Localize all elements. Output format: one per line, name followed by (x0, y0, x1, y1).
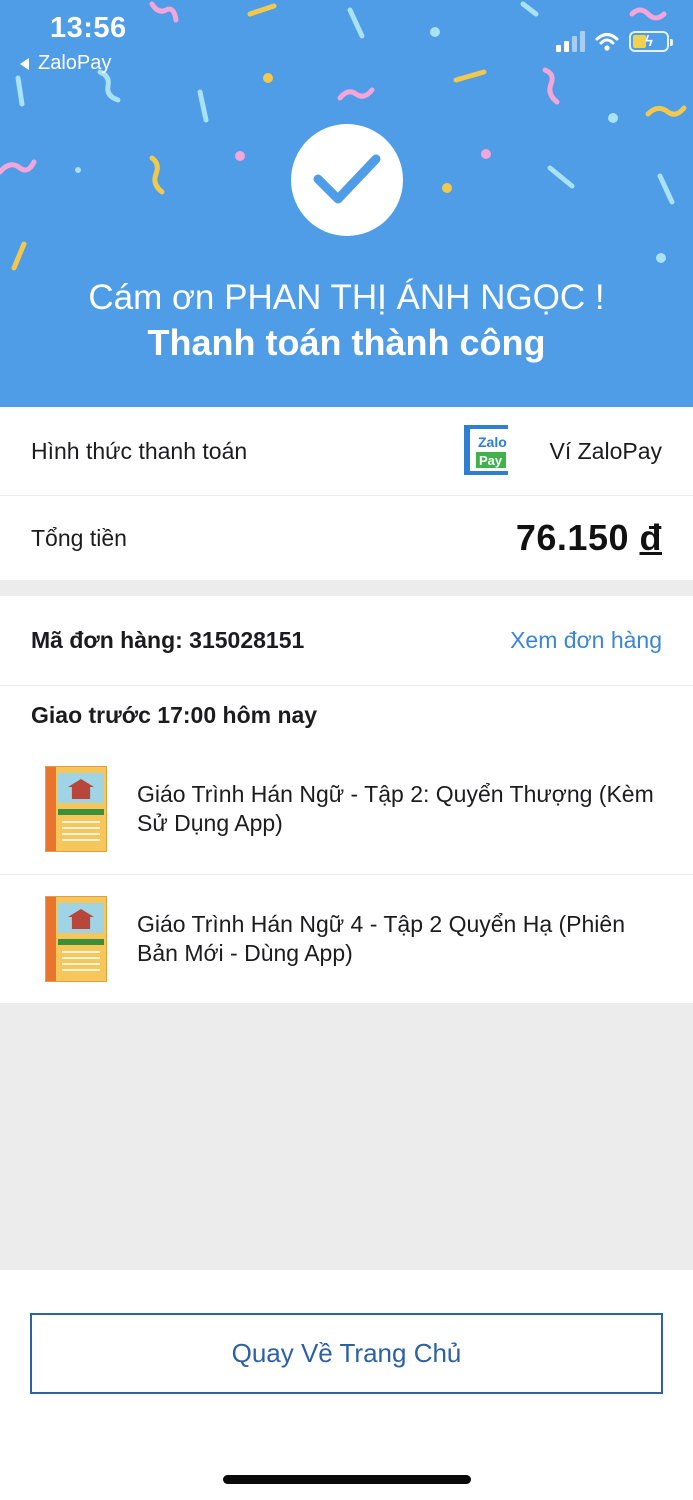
order-code-row: Mã đơn hàng: 315028151 Xem đơn hàng (0, 596, 693, 685)
status-time: 13:56 (50, 12, 127, 44)
back-arrow-icon (20, 57, 29, 70)
payment-success-title: Thanh toán thành công (147, 322, 546, 363)
back-to-home-button[interactable]: Quay Về Trang Chủ (30, 1313, 663, 1394)
total-row: Tổng tiền 76.150 đ (0, 496, 693, 580)
total-amount: 76.150 đ (516, 517, 662, 559)
order-code-label: Mã đơn hàng: 315028151 (31, 627, 305, 653)
home-indicator[interactable] (223, 1475, 471, 1484)
order-item[interactable]: Giáo Trình Hán Ngữ - Tập 2: Quyển Thượng… (0, 744, 693, 874)
status-icons: ϟ (556, 30, 673, 52)
payment-method-label: Hình thức thanh toán (31, 437, 248, 464)
empty-area (0, 1003, 693, 1270)
zalopay-logo-text-top: Zalo (478, 434, 507, 450)
order-item-title: Giáo Trình Hán Ngữ - Tập 2: Quyển Thượng… (137, 781, 654, 836)
order-item[interactable]: Giáo Trình Hán Ngữ 4 - Tập 2 Quyển Hạ (P… (0, 875, 693, 1003)
payment-method-value-group: Zalo Pay Ví ZaloPay (463, 425, 663, 477)
checkmark-icon (313, 154, 381, 204)
book-cover-image (45, 896, 107, 982)
view-order-link[interactable]: Xem đơn hàng (510, 627, 662, 654)
zalopay-logo-icon: Zalo Pay (463, 425, 516, 475)
back-to-app-link[interactable]: ZaloPay (20, 52, 111, 75)
total-amount-value: 76.150 (515, 517, 629, 558)
payment-method-value: Ví ZaloPay (549, 437, 663, 464)
delivery-row: Giao trước 17:00 hôm nay (0, 686, 693, 744)
section-separator (0, 580, 693, 596)
back-app-label: ZaloPay (38, 52, 112, 74)
success-header: 13:56 ZaloPay ϟ Cám ơn PHAN THỊ ÁNH NGỌC… (0, 0, 693, 407)
thank-you-message: Cám ơn PHAN THỊ ÁNH NGỌC ! (88, 278, 605, 317)
total-label: Tổng tiền (31, 524, 127, 551)
wifi-icon (595, 33, 619, 51)
total-currency: đ (639, 517, 662, 558)
battery-charging-icon: ϟ (629, 31, 673, 52)
success-check-badge (291, 124, 403, 236)
delivery-time-text: Giao trước 17:00 hôm nay (31, 701, 318, 728)
zalopay-logo-text-bottom: Pay (479, 453, 503, 468)
book-cover-image (45, 766, 107, 852)
cellular-signal-icon (556, 30, 585, 52)
payment-method-row: Hình thức thanh toán Zalo Pay Ví ZaloPay (0, 407, 693, 495)
order-item-title: Giáo Trình Hán Ngữ 4 - Tập 2 Quyển Hạ (P… (137, 911, 625, 966)
